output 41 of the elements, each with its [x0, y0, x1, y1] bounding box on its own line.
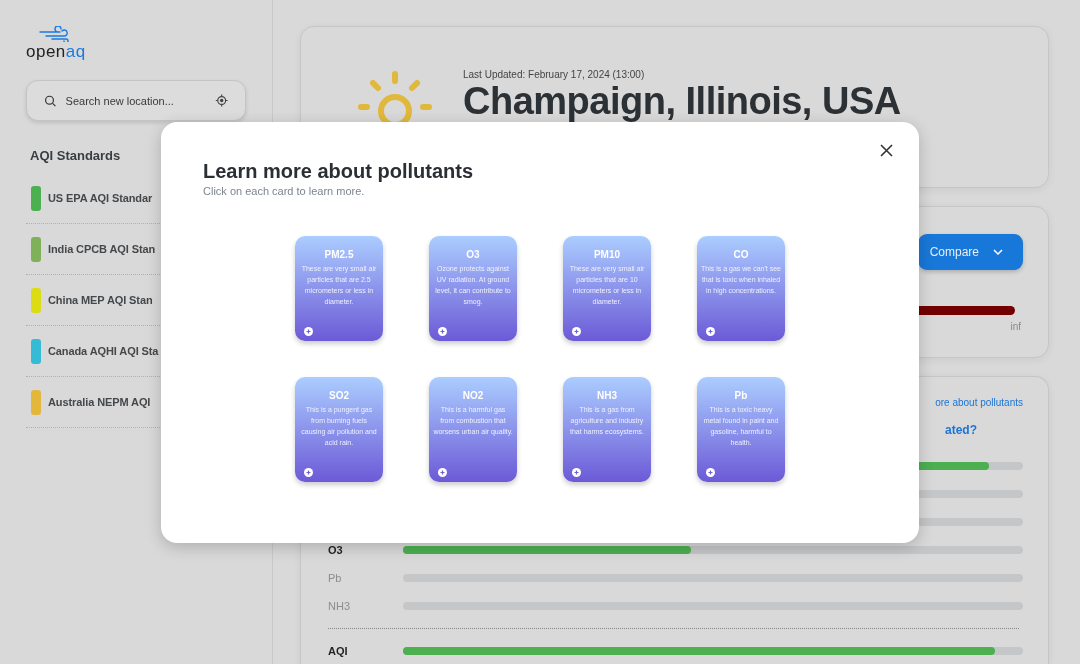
close-icon — [880, 144, 893, 157]
location-title: Champaign, Illinois, USA — [463, 80, 901, 124]
pollutant-label: NH3 — [328, 600, 350, 612]
pollutant-name: NO2 — [461, 390, 485, 402]
modal-title: Learn more about pollutants — [203, 160, 475, 183]
pollutants-link[interactable]: ore about pollutants — [935, 397, 1023, 408]
plus-icon — [438, 327, 447, 336]
logo-text: openaq — [26, 42, 86, 62]
plus-icon — [304, 468, 313, 477]
pollutant-name: PM2.5 — [323, 249, 355, 261]
plus-icon — [572, 468, 581, 477]
search-field[interactable]: Search new location... — [65, 94, 206, 107]
standard-item[interactable]: China MEP AQI Stan — [48, 294, 153, 306]
location-icon[interactable] — [214, 92, 228, 109]
standard-item[interactable]: Canada AQHI AQI Sta — [48, 345, 159, 357]
standard-item[interactable]: India CPCB AQI Stan — [48, 243, 156, 255]
aqi-label: AQI — [328, 645, 348, 657]
pollutant-name: SO2 — [328, 390, 350, 402]
compare-button[interactable]: Compare — [917, 234, 1023, 270]
pollutant-name: NH3 — [596, 390, 618, 402]
pollutant-label: Pb — [328, 572, 342, 584]
pollutant-name: Pb — [733, 390, 749, 402]
standard-item[interactable]: US EPA AQI Standar — [48, 192, 153, 204]
pollutant-label: O3 — [328, 544, 343, 556]
chevron-down-icon — [993, 249, 1003, 255]
last-updated: Last Updated: February 17, 2024 (13:00) — [463, 69, 646, 80]
section-heading: ated? — [945, 423, 977, 437]
plus-icon — [706, 327, 715, 336]
section-title: AQI Standards — [30, 148, 122, 163]
pollutant-name: CO — [732, 249, 750, 261]
modal-subtitle: Click on each card to learn more. — [203, 185, 366, 197]
close-button[interactable] — [878, 142, 895, 159]
plus-icon — [438, 468, 447, 477]
standard-item[interactable]: Australia NEPM AQI — [48, 396, 151, 408]
pollutant-name: O3 — [465, 249, 481, 261]
plus-icon — [572, 327, 581, 336]
scale-label: inf — [1010, 321, 1021, 332]
wind-icon — [38, 26, 72, 42]
pollutant-name: PM10 — [592, 249, 622, 261]
plus-icon — [304, 327, 313, 336]
plus-icon — [706, 468, 715, 477]
